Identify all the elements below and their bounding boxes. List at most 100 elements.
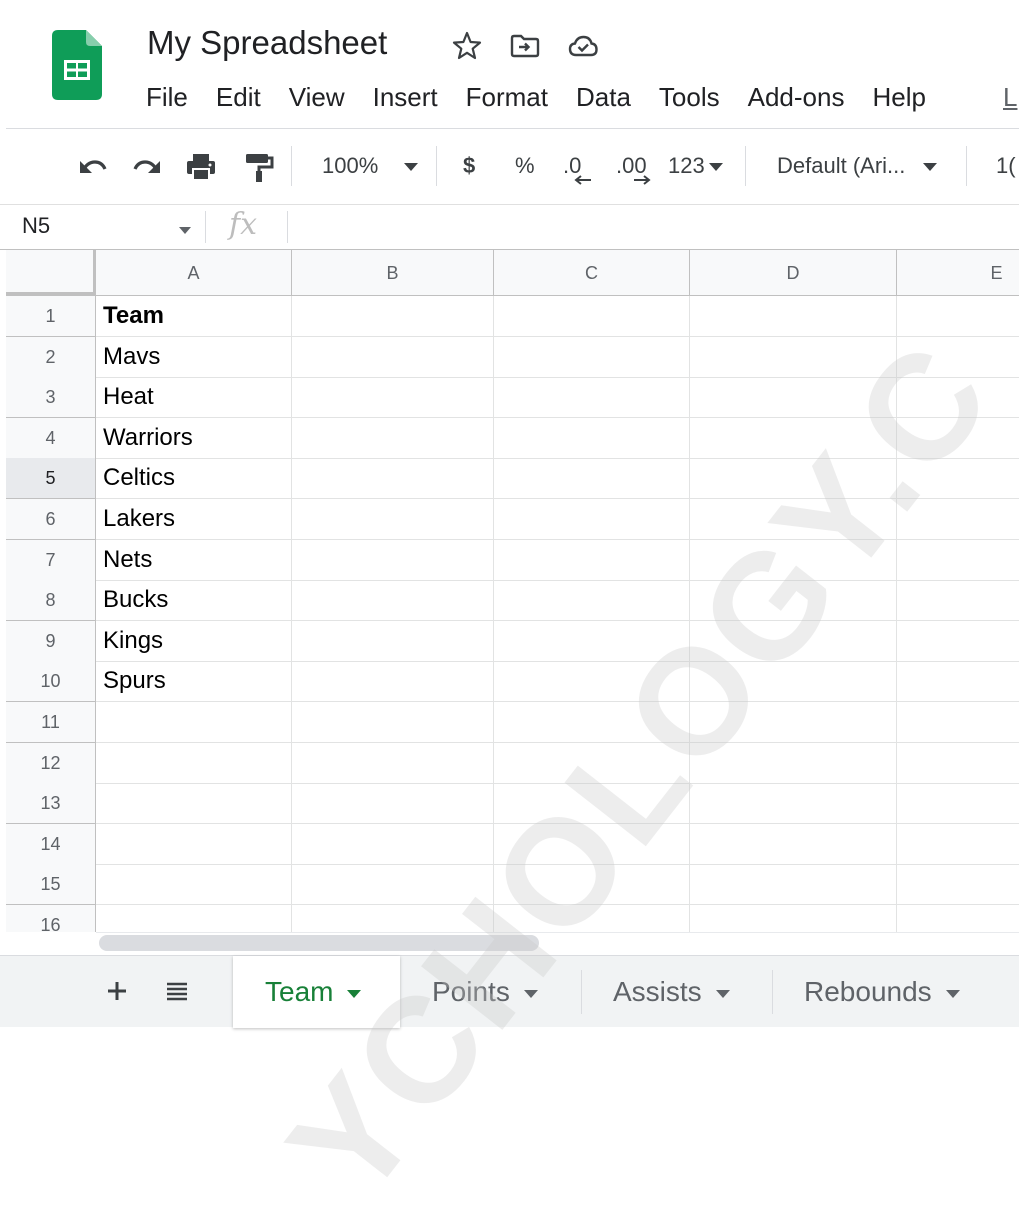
cell-c11[interactable]: [494, 702, 690, 743]
cell-c5[interactable]: [494, 458, 690, 499]
row-header[interactable]: 4: [6, 418, 96, 459]
cell-b3[interactable]: [292, 377, 494, 418]
cell-a5[interactable]: Celtics: [96, 458, 292, 499]
cell-b14[interactable]: [292, 824, 494, 865]
cell-c1[interactable]: [494, 296, 690, 337]
row-header[interactable]: 2: [6, 337, 96, 378]
cell-c10[interactable]: [494, 661, 690, 702]
cell-a16[interactable]: [96, 905, 292, 932]
paint-format-icon[interactable]: [240, 149, 276, 185]
cell-a7[interactable]: Nets: [96, 540, 292, 581]
cell-b11[interactable]: [292, 702, 494, 743]
cell-c15[interactable]: [494, 864, 690, 905]
cell-e6[interactable]: [897, 499, 1019, 540]
more-formats-button[interactable]: 123: [668, 151, 723, 181]
cell-b6[interactable]: [292, 499, 494, 540]
menu-insert[interactable]: Insert: [359, 80, 452, 116]
cell-d12[interactable]: [690, 743, 897, 784]
move-to-folder-icon[interactable]: [509, 30, 541, 62]
cell-d15[interactable]: [690, 864, 897, 905]
cell-c8[interactable]: [494, 580, 690, 621]
currency-format-button[interactable]: $: [463, 151, 475, 181]
sheet-tab-menu-icon[interactable]: [945, 989, 960, 998]
decrease-decimal-button[interactable]: .0: [563, 151, 591, 185]
add-sheet-icon[interactable]: [100, 974, 134, 1008]
row-header[interactable]: 7: [6, 540, 96, 581]
font-size-select[interactable]: 1(: [996, 151, 1016, 181]
cell-d7[interactable]: [690, 540, 897, 581]
cell-c2[interactable]: [494, 337, 690, 378]
cell-c4[interactable]: [494, 418, 690, 459]
menu-file[interactable]: File: [132, 80, 202, 116]
row-header[interactable]: 3: [6, 377, 96, 418]
cell-a1[interactable]: Team: [96, 296, 292, 337]
percent-format-button[interactable]: %: [515, 151, 535, 181]
cell-d6[interactable]: [690, 499, 897, 540]
row-header[interactable]: 8: [6, 580, 96, 621]
sheet-tab-assists[interactable]: Assists: [581, 956, 772, 1028]
cell-e13[interactable]: [897, 783, 1019, 824]
cell-c6[interactable]: [494, 499, 690, 540]
menu-view[interactable]: View: [275, 80, 359, 116]
column-header-a[interactable]: A: [96, 250, 292, 296]
sheet-tab-team[interactable]: Team: [233, 956, 400, 1028]
cell-c14[interactable]: [494, 824, 690, 865]
cell-a3[interactable]: Heat: [96, 377, 292, 418]
menu-add-ons[interactable]: Add-ons: [734, 80, 859, 116]
column-header-d[interactable]: D: [690, 250, 897, 296]
sheet-tab-menu-icon[interactable]: [523, 989, 538, 998]
cell-b9[interactable]: [292, 621, 494, 662]
sheets-logo-icon[interactable]: [52, 30, 102, 100]
cell-d9[interactable]: [690, 621, 897, 662]
cell-c3[interactable]: [494, 377, 690, 418]
cell-d5[interactable]: [690, 458, 897, 499]
document-title[interactable]: My Spreadsheet: [147, 24, 387, 62]
column-header-b[interactable]: B: [292, 250, 494, 296]
cell-d16[interactable]: [690, 905, 897, 932]
zoom-select[interactable]: 100%: [322, 151, 419, 181]
cell-b4[interactable]: [292, 418, 494, 459]
cell-e11[interactable]: [897, 702, 1019, 743]
cell-e16[interactable]: [897, 905, 1019, 932]
cell-a8[interactable]: Bucks: [96, 580, 292, 621]
horizontal-scrollbar-thumb[interactable]: [99, 935, 539, 951]
row-header[interactable]: 16: [6, 905, 96, 932]
cell-b7[interactable]: [292, 540, 494, 581]
row-header[interactable]: 11: [6, 702, 96, 743]
cell-e1[interactable]: [897, 296, 1019, 337]
row-header[interactable]: 9: [6, 621, 96, 662]
cell-c7[interactable]: [494, 540, 690, 581]
cell-b2[interactable]: [292, 337, 494, 378]
star-icon[interactable]: [451, 30, 483, 62]
print-icon[interactable]: [183, 149, 219, 185]
cell-d2[interactable]: [690, 337, 897, 378]
menu-tools[interactable]: Tools: [645, 80, 734, 116]
cell-d4[interactable]: [690, 418, 897, 459]
cell-e15[interactable]: [897, 864, 1019, 905]
cell-e3[interactable]: [897, 377, 1019, 418]
sheet-tab-menu-icon[interactable]: [347, 989, 362, 998]
sheet-tab-menu-icon[interactable]: [715, 989, 730, 998]
menu-edit[interactable]: Edit: [202, 80, 275, 116]
cell-b10[interactable]: [292, 661, 494, 702]
spreadsheet-grid[interactable]: ABCDE 1 Team 2 Mavs 3 Heat 4 Warriors 5 Celtics 6 L…: [0, 250, 1019, 932]
cell-d3[interactable]: [690, 377, 897, 418]
cell-d13[interactable]: [690, 783, 897, 824]
cell-a14[interactable]: [96, 824, 292, 865]
cell-e12[interactable]: [897, 743, 1019, 784]
cell-a6[interactable]: Lakers: [96, 499, 292, 540]
row-header[interactable]: 15: [6, 864, 96, 905]
row-header[interactable]: 6: [6, 499, 96, 540]
cell-a13[interactable]: [96, 783, 292, 824]
cell-b13[interactable]: [292, 783, 494, 824]
cell-b16[interactable]: [292, 905, 494, 932]
cell-d1[interactable]: [690, 296, 897, 337]
cell-e7[interactable]: [897, 540, 1019, 581]
select-all-corner[interactable]: [6, 250, 97, 296]
cloud-saved-icon[interactable]: [567, 30, 599, 62]
cell-e14[interactable]: [897, 824, 1019, 865]
menu-data[interactable]: Data: [562, 80, 645, 116]
cell-e2[interactable]: [897, 337, 1019, 378]
cell-c12[interactable]: [494, 743, 690, 784]
row-header[interactable]: 5: [6, 458, 96, 499]
